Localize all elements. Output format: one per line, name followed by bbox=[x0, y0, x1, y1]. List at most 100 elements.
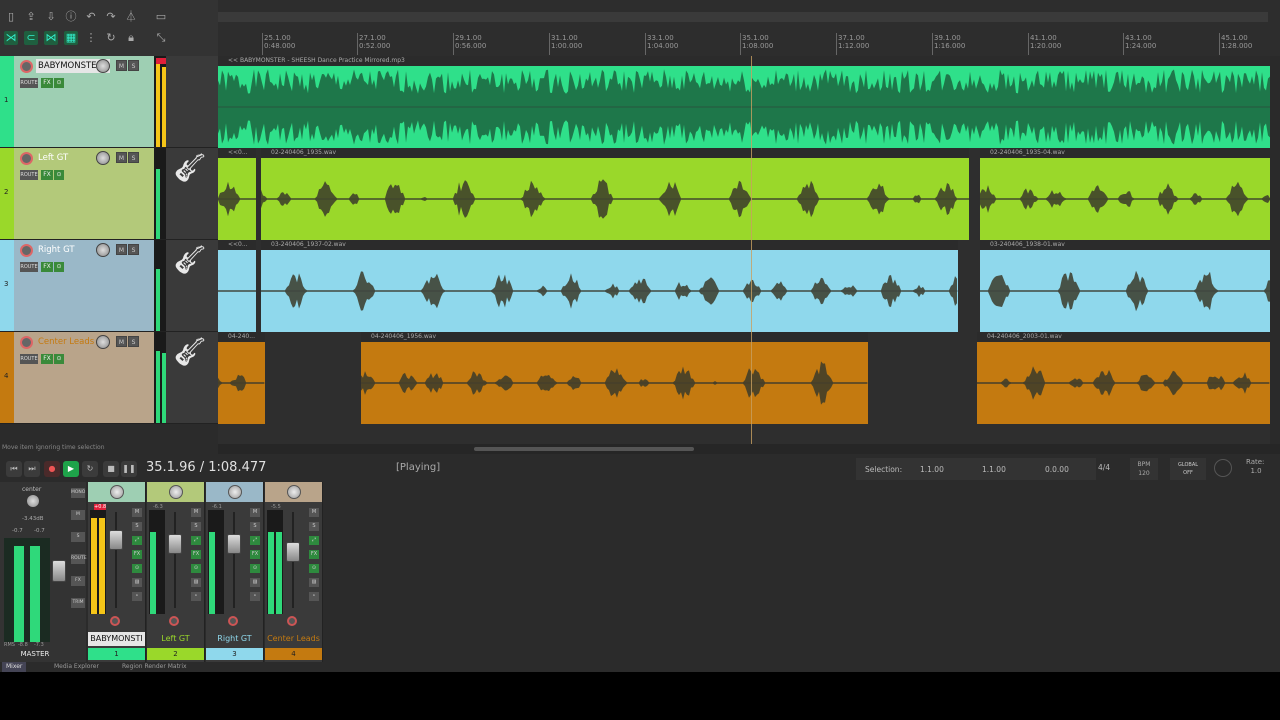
mixer-strip[interactable]: +0.8 M S ⤢ FX ⊙ ▨ ⚬ BABYMONSTI 1 bbox=[88, 482, 146, 662]
media-item[interactable]: 02-240406_1935-04.wav bbox=[980, 148, 1270, 240]
solo-button[interactable]: S bbox=[250, 522, 260, 531]
selection-display[interactable]: Selection: 1.1.00 1.1.00 0.0.00 bbox=[856, 458, 1096, 480]
master-s-button[interactable]: S bbox=[71, 532, 85, 542]
timeline-ruler[interactable]: 25.1.00 0:48.000 27.1.00 0:52.000 29.1.00 0… bbox=[218, 0, 1280, 56]
tab-region-render-matrix[interactable]: Region Render Matrix bbox=[122, 662, 187, 672]
mixer-strip[interactable]: -6.3 M S ⤢ FX ⊙ ▨ ⚬ Left GT 2 bbox=[147, 482, 205, 662]
new-project-icon[interactable]: ▯ bbox=[4, 10, 18, 24]
record-arm-button[interactable] bbox=[228, 616, 238, 626]
mute-button[interactable]: M bbox=[250, 508, 260, 517]
route-button[interactable]: ROUTE bbox=[20, 170, 38, 180]
io-icon[interactable]: ▨ bbox=[309, 578, 319, 587]
undo-icon[interactable]: ↶ bbox=[84, 10, 98, 24]
pan-knob[interactable] bbox=[287, 485, 301, 499]
envelope-tool-icon[interactable]: ⤡ bbox=[154, 31, 168, 45]
envelope-icon[interactable]: ⊙ bbox=[132, 564, 142, 573]
phase-icon[interactable]: ⤢ bbox=[309, 536, 319, 545]
mute-button[interactable]: M bbox=[132, 508, 142, 517]
record-arm-button[interactable] bbox=[20, 244, 33, 257]
bpm-box[interactable]: BPM 120 bbox=[1130, 458, 1158, 480]
mute-button[interactable]: M bbox=[116, 60, 127, 71]
toolbar-extra-icon[interactable]: ▭ bbox=[154, 10, 168, 24]
master-playrate-knob[interactable] bbox=[1214, 459, 1232, 477]
track-header[interactable]: 1 BABYMONSTER M S ROUTE FX ⊙ bbox=[0, 56, 218, 148]
master-trim-button[interactable]: TRIM bbox=[71, 598, 85, 608]
solo-button[interactable]: S bbox=[191, 522, 201, 531]
mixer-strip[interactable]: -5.5 M S ⤢ FX ⊙ ▨ ⚬ Center Leads 4 bbox=[265, 482, 323, 662]
route-button[interactable]: ROUTE bbox=[20, 262, 38, 272]
solo-button[interactable]: S bbox=[128, 244, 139, 255]
metronome-icon[interactable]: ⏃ bbox=[124, 10, 138, 24]
pan-knob[interactable] bbox=[228, 485, 242, 499]
phase-icon[interactable]: ⤢ bbox=[191, 536, 201, 545]
solo-button[interactable]: S bbox=[132, 522, 142, 531]
record-icon[interactable]: ● bbox=[44, 461, 60, 477]
grid-icon[interactable]: ⋮ bbox=[84, 31, 98, 45]
fx-button[interactable]: FX bbox=[309, 550, 319, 559]
selection-end[interactable]: 1.1.00 bbox=[982, 465, 1006, 474]
track-lane[interactable]: <<0... 02-240406_1935.wav 02-240406_1935-0… bbox=[218, 148, 1270, 240]
media-item[interactable]: <<0... bbox=[218, 148, 256, 240]
track-header[interactable]: 3 Right GT M S ROUTE FX ⊙ 🎸︎ bbox=[0, 240, 218, 332]
solo-button[interactable]: S bbox=[128, 152, 139, 163]
horizontal-scrollbar[interactable] bbox=[218, 444, 1280, 454]
time-signature[interactable]: 4/4 bbox=[1098, 463, 1110, 472]
media-item[interactable]: <<0... bbox=[218, 240, 256, 332]
global-automation-button[interactable]: GLOBAL OFF bbox=[1170, 458, 1206, 480]
io-icon[interactable]: ▨ bbox=[132, 578, 142, 587]
envelope-icon[interactable]: ⊙ bbox=[309, 564, 319, 573]
master-strip[interactable]: center -3.43dB -0.7 -0.7 RMS -8.8 -7.3 M… bbox=[0, 482, 70, 662]
record-arm-button[interactable] bbox=[110, 616, 120, 626]
grid-snap-icon[interactable]: ⋊ bbox=[4, 31, 18, 45]
fx-button[interactable]: FX bbox=[250, 550, 260, 559]
vertical-scrollbar[interactable] bbox=[1270, 56, 1280, 444]
record-arm-button[interactable] bbox=[169, 616, 179, 626]
send-icon[interactable]: ⚬ bbox=[250, 592, 260, 601]
solo-button[interactable]: S bbox=[309, 522, 319, 531]
io-icon[interactable]: ▨ bbox=[191, 578, 201, 587]
send-icon[interactable]: ⚬ bbox=[191, 592, 201, 601]
media-item[interactable]: 03-240406_1938-01.wav bbox=[980, 240, 1270, 332]
envelope-icon[interactable]: ⊙ bbox=[250, 564, 260, 573]
playrate-display[interactable]: Rate: 1.0 bbox=[1246, 458, 1264, 476]
media-item[interactable]: 03-240406_1937-02.wav bbox=[261, 240, 958, 332]
record-arm-button[interactable] bbox=[287, 616, 297, 626]
record-arm-button[interactable] bbox=[20, 60, 33, 73]
volume-fader[interactable] bbox=[286, 542, 300, 562]
auto-crossfade-icon[interactable]: ⋈ bbox=[44, 31, 58, 45]
master-fader[interactable] bbox=[52, 560, 66, 582]
media-item[interactable]: 04-240406_1956.wav bbox=[361, 332, 868, 424]
strip-name[interactable]: Left GT bbox=[147, 632, 204, 646]
repeat-icon[interactable]: ↻ bbox=[82, 461, 98, 477]
phase-icon[interactable]: ⤢ bbox=[132, 536, 142, 545]
record-arm-button[interactable] bbox=[20, 336, 33, 349]
selection-start[interactable]: 1.1.00 bbox=[920, 465, 944, 474]
lock-icon[interactable]: 🔒︎ bbox=[124, 31, 138, 45]
save-project-icon[interactable]: ⇩ bbox=[44, 10, 58, 24]
send-icon[interactable]: ⚬ bbox=[309, 592, 319, 601]
pan-knob[interactable] bbox=[169, 485, 183, 499]
master-m-button[interactable]: M bbox=[71, 510, 85, 520]
fx-button[interactable]: FX bbox=[41, 170, 53, 180]
solo-button[interactable]: S bbox=[128, 60, 139, 71]
media-item[interactable]: 02-240406_1935.wav bbox=[261, 148, 969, 240]
pause-icon[interactable]: ❚❚ bbox=[121, 461, 137, 477]
master-pan-knob[interactable] bbox=[27, 495, 39, 507]
volume-fader[interactable] bbox=[109, 530, 123, 550]
mute-button[interactable]: M bbox=[116, 336, 127, 347]
volume-fader[interactable] bbox=[227, 534, 241, 554]
envelope-icon[interactable]: ⊙ bbox=[54, 262, 64, 272]
open-project-icon[interactable]: ⇪ bbox=[24, 10, 38, 24]
arrange-view[interactable]: << BABYMONSTER - SHEESH Dance Practice M… bbox=[218, 56, 1270, 444]
solo-button[interactable]: S bbox=[128, 336, 139, 347]
phase-icon[interactable]: ⤢ bbox=[250, 536, 260, 545]
media-item[interactable]: 04-240406_2003-01.wav bbox=[977, 332, 1270, 424]
tab-mixer[interactable]: Mixer bbox=[2, 662, 27, 672]
stop-icon[interactable]: ■ bbox=[103, 461, 119, 477]
envelope-icon[interactable]: ⊙ bbox=[191, 564, 201, 573]
mute-button[interactable]: M bbox=[191, 508, 201, 517]
mixer-strip[interactable]: -6.1 M S ⤢ FX ⊙ ▨ ⚬ Right GT 3 bbox=[206, 482, 264, 662]
selection-length[interactable]: 0.0.00 bbox=[1045, 465, 1069, 474]
route-button[interactable]: ROUTE bbox=[20, 78, 38, 88]
volume-knob[interactable] bbox=[96, 243, 110, 257]
